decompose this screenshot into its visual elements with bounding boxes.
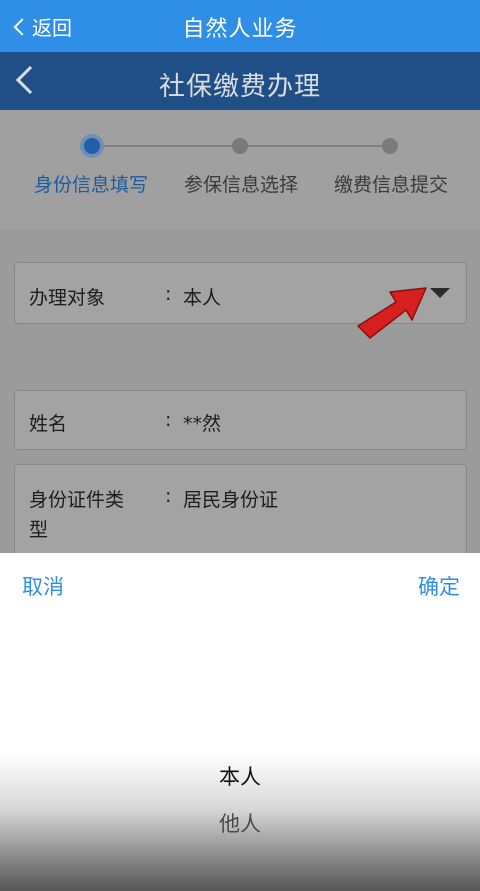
name-value: **然 <box>183 413 222 435</box>
id-type-value: 居民身份证 <box>183 489 279 511</box>
picker-option[interactable]: 他人 <box>0 808 480 838</box>
step-dot-1 <box>84 138 100 154</box>
step-label-1: 身份信息填写 <box>33 174 148 196</box>
page-title: 社保缴费办理 <box>158 72 321 102</box>
progress-stepper: 身份信息填写 参保信息选择 缴费信息提交 <box>0 110 480 230</box>
app-title: 自然人业务 <box>182 17 298 42</box>
target-label: 办理对象 <box>29 287 106 309</box>
app-top-bar: 返回 自然人业务 <box>0 0 480 52</box>
picker-sheet: 取消 确定 本人 他人 <box>0 553 480 891</box>
target-value: 本人 <box>183 287 222 309</box>
step-dot-3 <box>382 138 398 154</box>
confirm-button[interactable]: 确定 <box>418 571 460 601</box>
page-header: 社保缴费办理 <box>0 52 480 110</box>
target-separator: : <box>165 283 172 305</box>
annotation-arrow-icon <box>357 287 427 339</box>
name-field[interactable]: 姓名 : **然 <box>14 390 467 450</box>
picker-option-selected[interactable]: 本人 <box>0 761 480 791</box>
cancel-button[interactable]: 取消 <box>22 571 64 601</box>
id-type-label-line1: 身份证件类 <box>29 489 125 511</box>
step-label-3: 缴费信息提交 <box>333 174 448 196</box>
id-type-field[interactable]: 身份证件类 型 : 居民身份证 <box>14 464 467 564</box>
dropdown-caret-icon[interactable] <box>430 288 450 298</box>
step-dot-2 <box>232 138 248 154</box>
name-separator: : <box>165 409 172 431</box>
name-label: 姓名 <box>29 413 68 435</box>
id-type-label-line2: 型 <box>29 519 49 541</box>
id-type-separator: : <box>165 485 172 507</box>
step-label-2: 参保信息选择 <box>183 174 298 196</box>
